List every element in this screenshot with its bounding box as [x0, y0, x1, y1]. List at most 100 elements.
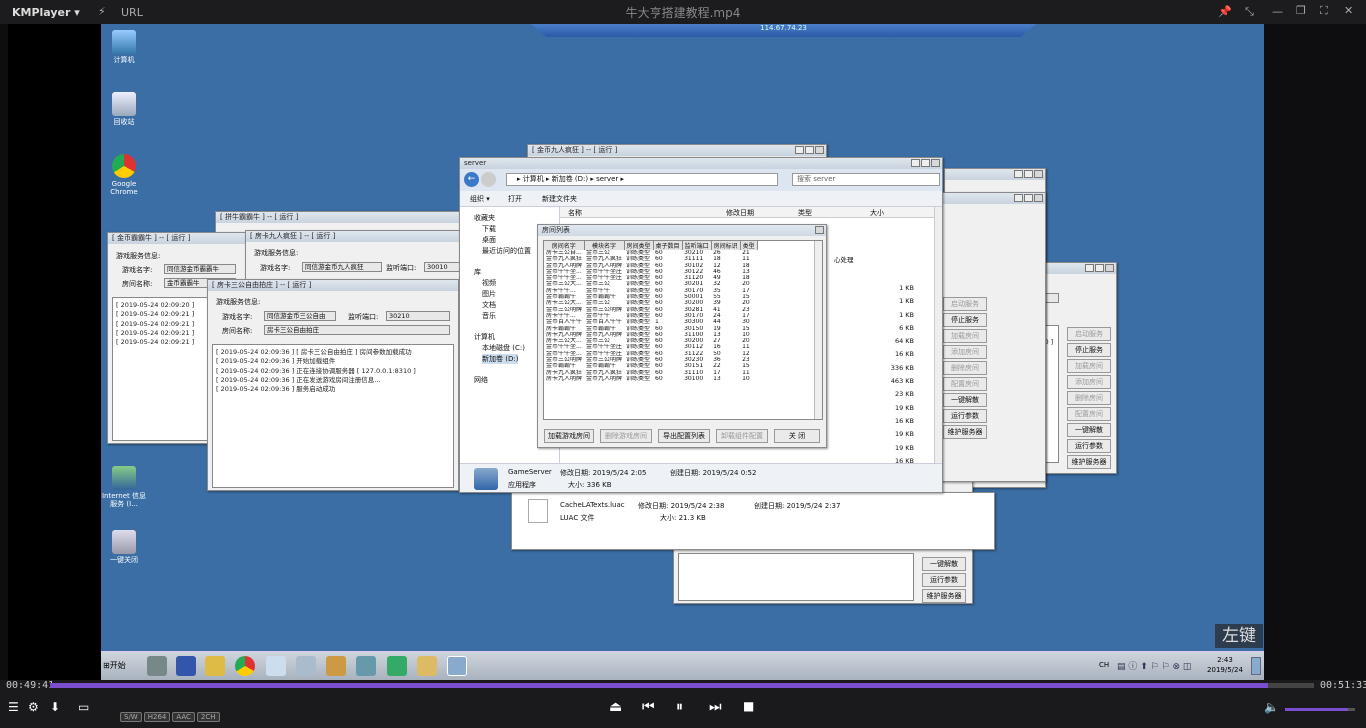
eject-icon[interactable]: ⏏ — [609, 699, 622, 715]
start-service-button[interactable]: 启动服务 — [943, 297, 987, 311]
nav-libraries[interactable]: 库 — [474, 267, 481, 277]
playlist-icon[interactable]: ☰ — [8, 700, 19, 714]
app-active-icon[interactable] — [447, 656, 467, 676]
settings-icon[interactable]: ⚙ — [28, 700, 39, 714]
computer-desktop-icon[interactable]: 计算机 — [101, 30, 147, 64]
close-button[interactable] — [815, 226, 824, 234]
room-col-header[interactable]: 房间名字 — [544, 241, 585, 250]
room-col-header[interactable]: 桌子数目 — [653, 241, 683, 250]
chrome-icon[interactable] — [235, 656, 255, 676]
tray-icons[interactable]: ▤ ⓘ ⬆ ⚐ ⚐ ⊗ ◫ — [1117, 659, 1191, 672]
volume-slider[interactable] — [1285, 708, 1355, 711]
unload-config-button[interactable]: 卸载组件配置 — [716, 429, 768, 443]
delete-room-button[interactable]: 删除房间 — [943, 361, 987, 375]
load-room-button[interactable]: 加载房间 — [1067, 359, 1111, 373]
table-scrollbar[interactable] — [814, 241, 822, 419]
capture-icon[interactable]: ⬇ — [50, 700, 60, 714]
load-game-room-button[interactable]: 加载游戏房间 — [544, 429, 594, 443]
network-icon[interactable] — [266, 656, 286, 676]
document-icon[interactable] — [326, 656, 346, 676]
iis-desktop-icon[interactable]: Internet 信息服务 (I... — [101, 466, 147, 508]
maintain-server-button[interactable]: 维护服务器 — [1067, 455, 1111, 469]
run-params-button[interactable]: 运行参数 — [922, 573, 966, 587]
stop-icon[interactable]: ■ — [743, 699, 754, 713]
minimize-button[interactable] — [911, 159, 920, 167]
forward-icon[interactable] — [481, 172, 496, 187]
nav-downloads[interactable]: 下载 — [482, 224, 496, 234]
pin-icon[interactable]: 📌 — [1218, 5, 1232, 18]
stop-service-button[interactable]: 停止服务 — [1067, 343, 1111, 357]
dissolve-button[interactable]: 一键解散 — [1067, 423, 1111, 437]
badge-decoder[interactable]: S/W — [120, 712, 142, 722]
config-room-button[interactable]: 配置房间 — [1067, 407, 1111, 421]
add-room-button[interactable]: 添加房间 — [943, 345, 987, 359]
nav-favorites[interactable]: 收藏夹 — [474, 213, 495, 223]
sync-icon[interactable] — [387, 656, 407, 676]
language-indicator[interactable]: CH — [1099, 661, 1109, 669]
restore-icon[interactable]: ❐ — [1296, 4, 1306, 17]
col-modified[interactable]: 修改日期 — [726, 208, 754, 218]
new-folder-button[interactable]: 新建文件夹 — [542, 194, 577, 204]
mini-mode-icon[interactable]: ⤡ — [1245, 5, 1254, 19]
nav-desktop[interactable]: 桌面 — [482, 235, 496, 245]
add-room-button[interactable]: 添加房间 — [1067, 375, 1111, 389]
server-manager-icon[interactable] — [147, 656, 167, 676]
nav-videos[interactable]: 视频 — [482, 278, 496, 288]
clock[interactable]: 2:43 2019/5/24 — [1205, 655, 1245, 675]
nav-network[interactable]: 网络 — [474, 375, 488, 385]
room-col-header[interactable]: 房间类型 — [624, 241, 654, 250]
breadcrumb[interactable]: ▸ 计算机 ▸ 新加卷 (D:) ▸ server ▸ — [506, 173, 778, 186]
nav-recent[interactable]: 最近访问的位置 — [482, 246, 531, 256]
rdp-connection-bar[interactable]: 114.67.74.23 — [531, 24, 1036, 37]
col-type[interactable]: 类型 — [798, 208, 812, 218]
show-desktop-button[interactable] — [1251, 657, 1261, 675]
dissolve-button[interactable]: 一键解散 — [922, 557, 966, 571]
next-icon[interactable]: ⏭ — [709, 699, 722, 715]
close-button[interactable] — [931, 159, 940, 167]
maintain-server-button[interactable]: 维护服务器 — [922, 589, 966, 603]
search-input[interactable]: 搜索 server — [792, 173, 940, 186]
col-size[interactable]: 大小 — [870, 208, 884, 218]
file-scrollbar[interactable] — [934, 207, 942, 463]
config-room-button[interactable]: 配置房间 — [943, 377, 987, 391]
nav-computer[interactable]: 计算机 — [474, 332, 495, 342]
nav-drive-c[interactable]: 本地磁盘 (C:) — [482, 343, 525, 353]
key-icon[interactable] — [417, 656, 437, 676]
room-col-header[interactable]: 模块名字 — [584, 241, 625, 250]
start-service-button[interactable]: 启动服务 — [1067, 327, 1111, 341]
previous-icon[interactable]: ⏮ — [642, 699, 655, 715]
shutdown-desktop-icon[interactable]: 一键关闭 — [101, 530, 147, 564]
room-col-header[interactable]: 房间标识 — [711, 241, 741, 250]
start-button[interactable]: ⊞开始 — [103, 656, 133, 676]
seek-bar[interactable] — [50, 683, 1314, 688]
pause-icon[interactable]: ⏸ — [676, 699, 683, 715]
recycle-bin-desktop-icon[interactable]: 回收站 — [101, 92, 147, 126]
volume-icon[interactable]: 🔈 — [1264, 700, 1279, 714]
stop-service-button[interactable]: 停止服务 — [943, 313, 987, 327]
delete-room-button[interactable]: 删除房间 — [1067, 391, 1111, 405]
tools-icon[interactable] — [296, 656, 316, 676]
nav-pictures[interactable]: 图片 — [482, 289, 496, 299]
vr-icon[interactable]: ▭ — [78, 700, 89, 714]
organize-button[interactable]: 组织 ▾ — [470, 194, 490, 204]
run-params-button[interactable]: 运行参数 — [1067, 439, 1111, 453]
maintain-server-button[interactable]: 维护服务器 — [943, 425, 987, 439]
room-col-header[interactable]: 类型 — [740, 241, 758, 250]
nav-documents[interactable]: 文档 — [482, 300, 496, 310]
close-dialog-button[interactable]: 关 闭 — [774, 429, 820, 443]
nav-drive-d[interactable]: 新加卷 (D:) — [482, 354, 519, 364]
export-config-button[interactable]: 导出配置列表 — [658, 429, 710, 443]
nav-music[interactable]: 音乐 — [482, 311, 496, 321]
folder-icon[interactable] — [205, 656, 225, 676]
load-room-button[interactable]: 加载房间 — [943, 329, 987, 343]
open-button[interactable]: 打开 — [508, 194, 522, 204]
powershell-icon[interactable] — [176, 656, 196, 676]
delete-game-room-button[interactable]: 删除游戏房间 — [600, 429, 652, 443]
close-icon[interactable]: ✕ — [1344, 4, 1353, 17]
col-name[interactable]: 名称 — [568, 208, 582, 218]
chrome-desktop-icon[interactable]: Google Chrome — [101, 154, 147, 196]
dissolve-button[interactable]: 一键解散 — [943, 393, 987, 407]
maximize-button[interactable] — [921, 159, 930, 167]
room-col-header[interactable]: 监听端口 — [682, 241, 712, 250]
fullscreen-icon[interactable]: ⛶ — [1320, 4, 1328, 18]
